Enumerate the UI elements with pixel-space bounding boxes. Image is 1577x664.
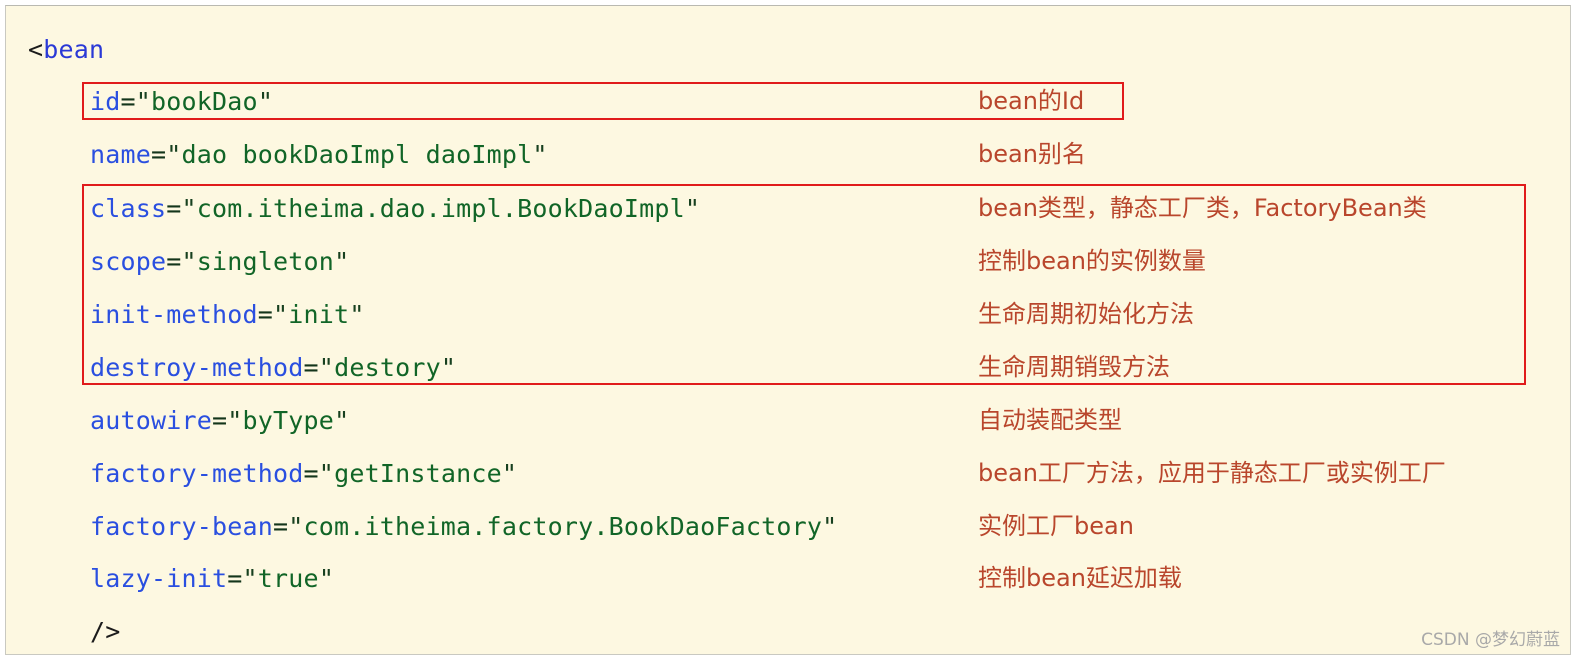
attr-name: destroy-method (90, 353, 304, 382)
attr-quote-close: " (349, 300, 365, 329)
attr-quote-open: " (318, 353, 335, 382)
attr-quote-close: " (334, 406, 350, 435)
attr-quote-close: " (532, 140, 548, 169)
attr-quote-close: " (822, 512, 838, 541)
angle-bracket-icon: < (28, 35, 44, 64)
code-line-attr-id: id="bookDao" (90, 89, 273, 114)
attr-value: byType (242, 406, 335, 435)
self-closing-tag: /> (90, 617, 121, 646)
code-line-attr-class: class="com.itheima.dao.impl.BookDaoImpl" (90, 196, 700, 221)
code-line-attr-scope: scope="singleton" (90, 249, 349, 274)
attr-name: autowire (90, 406, 213, 435)
annotation-factory-method: bean工厂方法，应用于静态工厂或实例工厂 (978, 459, 1446, 487)
attr-value: init (288, 300, 350, 329)
annotation-name: bean别名 (978, 140, 1086, 168)
attr-equals: = (166, 247, 182, 276)
attr-name: factory-method (90, 459, 304, 488)
attr-value: destory (334, 353, 441, 382)
code-line-close-tag: /> (90, 619, 121, 644)
annotation-lazy-init: 控制bean延迟加载 (978, 564, 1182, 592)
attr-value: dao bookDaoImpl daoImpl (181, 140, 533, 169)
attr-quote-open: " (273, 300, 289, 329)
annotation-autowire: 自动装配类型 (978, 406, 1122, 434)
attr-value: true (257, 564, 319, 593)
code-line-attr-factory-bean: factory-bean="com.itheima.factory.BookDa… (90, 514, 837, 539)
attr-quote-open: " (242, 564, 258, 593)
attr-quote-close: " (334, 247, 350, 276)
attr-quote-close: " (684, 194, 701, 223)
attr-value: getInstance (334, 459, 502, 488)
attr-name: init-method (90, 300, 258, 329)
attr-equals: = (227, 564, 243, 593)
attr-equals: = (120, 87, 136, 116)
attr-equals: = (273, 512, 289, 541)
code-snippet-card: <bean id="bookDao" name="dao bookDaoImpl… (5, 5, 1571, 655)
attr-value: singleton (196, 247, 335, 276)
attr-name: id (90, 87, 121, 116)
annotation-init-method: 生命周期初始化方法 (978, 300, 1194, 328)
attr-equals: = (303, 353, 319, 382)
code-line-attr-name: name="dao bookDaoImpl daoImpl" (90, 142, 548, 167)
attr-quote-open: " (181, 194, 197, 223)
attr-name: lazy-init (90, 564, 228, 593)
attr-quote-open: " (318, 459, 335, 488)
annotation-factory-bean: 实例工厂bean (978, 512, 1134, 540)
attr-value: bookDao (151, 87, 258, 116)
attr-quote-close: " (440, 353, 457, 382)
attr-quote-open: " (166, 140, 182, 169)
attr-equals: = (303, 459, 319, 488)
attr-equals: = (212, 406, 228, 435)
attr-quote-close: " (501, 459, 518, 488)
attr-name: factory-bean (90, 512, 274, 541)
attr-name: scope (90, 247, 167, 276)
attr-quote-close: " (257, 87, 274, 116)
attr-quote-open: " (227, 406, 243, 435)
attr-value: com.itheima.dao.impl.BookDaoImpl (196, 194, 685, 223)
attr-quote-open: " (288, 512, 304, 541)
code-line-attr-init-method: init-method="init" (90, 302, 365, 327)
attr-quote-close: " (318, 564, 335, 593)
attr-name: name (90, 140, 152, 169)
attr-value: com.itheima.factory.BookDaoFactory (303, 512, 823, 541)
code-line-attr-destroy-method: destroy-method="destory" (90, 355, 456, 380)
annotation-id: bean的Id (978, 87, 1085, 115)
code-line-attr-factory-method: factory-method="getInstance" (90, 461, 517, 486)
attr-name: class (90, 194, 167, 223)
watermark: CSDN @梦幻蔚蓝 (1421, 630, 1560, 650)
annotation-class: bean类型，静态工厂类，FactoryBean类 (978, 194, 1427, 222)
tag-name-bean: bean (43, 35, 105, 64)
attr-quote-open: " (181, 247, 197, 276)
annotation-destroy-method: 生命周期销毁方法 (978, 353, 1170, 381)
attr-equals: = (257, 300, 274, 329)
attr-equals: = (166, 194, 182, 223)
code-line-open-tag: <bean (28, 37, 104, 62)
attr-quote-open: " (135, 87, 152, 116)
code-line-attr-lazy-init: lazy-init="true" (90, 566, 334, 591)
attr-equals: = (151, 140, 167, 169)
annotation-scope: 控制bean的实例数量 (978, 247, 1206, 275)
code-line-attr-autowire: autowire="byType" (90, 408, 349, 433)
